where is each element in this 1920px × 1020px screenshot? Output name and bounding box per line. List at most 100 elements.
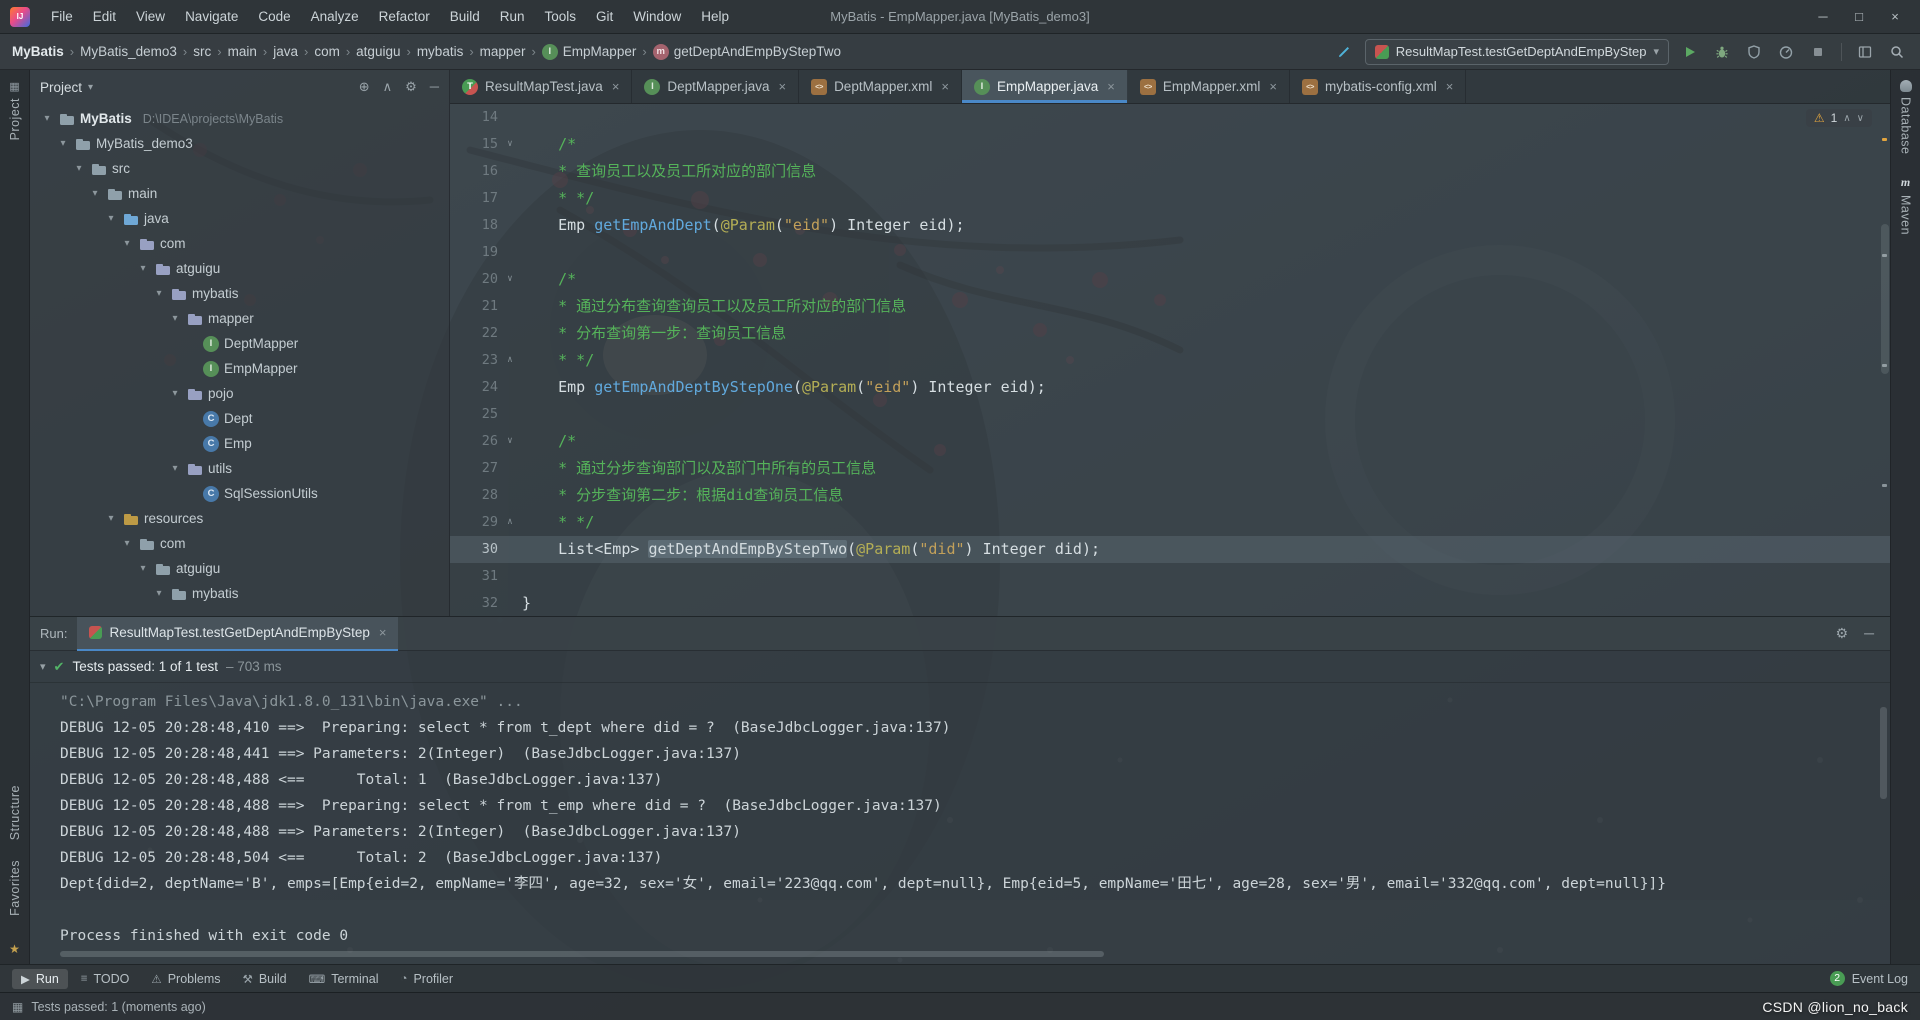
menu-help[interactable]: Help [692,7,738,26]
tree-item-utils[interactable]: ▾utils [30,456,449,481]
scrollbar-thumb[interactable] [1881,224,1889,374]
editor-line[interactable]: 30 List<Emp> getDeptAndEmpByStepTwo(@Par… [450,536,1890,563]
stripe-structure[interactable]: Structure [8,785,22,840]
scrollbar-thumb[interactable] [1880,707,1887,799]
chevron-down-icon[interactable]: ▾ [40,660,46,673]
collapse-all-icon[interactable]: ∧ [383,79,393,95]
tree-item-atguigu[interactable]: ▾atguigu [30,556,449,581]
chevron-icon[interactable]: ▾ [40,113,54,124]
editor-tab-deptmapper-xml[interactable]: <>DeptMapper.xml× [799,70,962,103]
menu-tools[interactable]: Tools [536,7,586,26]
editor-line[interactable]: 15∨ /* [450,131,1890,158]
menu-code[interactable]: Code [249,7,299,26]
debug-button[interactable] [1711,41,1733,63]
breadcrumb-item[interactable]: mybatis [417,44,464,59]
scrollbar-thumb[interactable] [60,951,1104,957]
toolwindow-todo[interactable]: ≡TODO [72,969,139,989]
breadcrumb-item[interactable]: src [193,44,211,59]
fold-icon[interactable]: ∧ [498,347,522,374]
maximize-button[interactable]: □ [1844,9,1874,24]
menu-navigate[interactable]: Navigate [176,7,247,26]
editor-line[interactable]: 20∨ /* [450,266,1890,293]
tree-item-deptmapper[interactable]: IDeptMapper [30,331,449,356]
editor-tab-empmapper-xml[interactable]: <>EmpMapper.xml× [1128,70,1290,103]
quick-fix-icon[interactable] [1333,41,1355,63]
menu-run[interactable]: Run [491,7,534,26]
tree-item-mybatis[interactable]: ▾MyBatisD:\IDEA\projects\MyBatis [30,106,449,131]
fold-icon[interactable]: ∧ [498,509,522,536]
tree-item-sqlsessionutils[interactable]: CSqlSessionUtils [30,481,449,506]
horizontal-scrollbar[interactable] [60,948,1860,960]
tree-item-src[interactable]: ▾src [30,156,449,181]
close-tab-icon[interactable]: × [1446,79,1454,94]
tree-item-main[interactable]: ▾main [30,181,449,206]
chevron-icon[interactable]: ▾ [168,313,182,324]
tree-item-atguigu[interactable]: ▾atguigu [30,256,449,281]
chevron-icon[interactable]: ▾ [152,288,166,299]
fold-icon[interactable]: ∨ [498,131,522,158]
status-message[interactable]: Tests passed: 1 (moments ago) [31,1000,205,1014]
run-button[interactable] [1679,41,1701,63]
close-tab-icon[interactable]: × [1107,79,1115,94]
stripe-maven[interactable]: m Maven [1899,175,1913,235]
breadcrumb-item[interactable]: MyBatis [12,44,64,59]
menu-git[interactable]: Git [587,7,622,26]
close-tab-icon[interactable]: × [1269,79,1277,94]
event-log-button[interactable]: 2 Event Log [1830,971,1908,986]
menu-analyze[interactable]: Analyze [302,7,368,26]
chevron-icon[interactable]: ▾ [152,588,166,599]
next-issue-icon[interactable]: ∨ [1857,113,1864,124]
breadcrumb-item[interactable]: MyBatis_demo3 [80,44,177,59]
chevron-icon[interactable]: ▾ [72,163,86,174]
run-tab[interactable]: ResultMapTest.testGetDeptAndEmpByStep × [77,617,398,651]
editor-line[interactable]: 27 * 通过分步查询部门以及部门中所有的员工信息 [450,455,1890,482]
stripe-project[interactable]: ▦ Project [8,80,22,140]
toolwindow-terminal[interactable]: ⌨Terminal [300,969,388,989]
editor-line[interactable]: 26∨ /* [450,428,1890,455]
run-config-selector[interactable]: ResultMapTest.testGetDeptAndEmpByStep ▾ [1365,39,1669,65]
editor-line[interactable]: 21 * 通过分布查询查询员工以及员工所对应的部门信息 [450,293,1890,320]
editor-line[interactable]: 31 [450,563,1890,590]
close-tab-icon[interactable]: × [941,79,949,94]
breadcrumb-item[interactable]: com [314,44,340,59]
chevron-icon[interactable]: ▾ [136,263,150,274]
menu-refactor[interactable]: Refactor [370,7,439,26]
editor-scrollbar[interactable] [1879,104,1890,616]
settings-icon[interactable]: ⚙ [405,79,417,95]
hide-panel-icon[interactable]: ─ [430,79,439,95]
chevron-icon[interactable]: ▾ [168,388,182,399]
chevron-icon[interactable]: ▾ [168,463,182,474]
tree-item-com[interactable]: ▾com [30,531,449,556]
toolwindow-switcher-icon[interactable]: ▦ [12,1000,23,1014]
breadcrumb-item[interactable]: mapper [480,44,526,59]
toolwindow-profiler[interactable]: ◔Profiler [391,969,462,989]
editor-line[interactable]: 32} [450,590,1890,616]
editor-line[interactable]: 19 [450,239,1890,266]
tree-item-mybatis_demo3[interactable]: ▾MyBatis_demo3 [30,131,449,156]
console-scrollbar[interactable] [1879,687,1888,942]
editor-tab-resultmaptest-java[interactable]: TResultMapTest.java× [450,70,632,103]
chevron-icon[interactable]: ▾ [136,563,150,574]
editor-line[interactable]: 28 * 分步查询第二步：根据did查询员工信息 [450,482,1890,509]
minimize-button[interactable]: ─ [1808,9,1838,24]
chevron-down-icon[interactable]: ▾ [88,82,93,93]
tree-item-mapper[interactable]: ▾mapper [30,306,449,331]
chevron-icon[interactable]: ▾ [104,513,118,524]
editor-line[interactable]: 16 * 查询员工以及员工所对应的部门信息 [450,158,1890,185]
chevron-icon[interactable]: ▾ [56,138,70,149]
menu-window[interactable]: Window [624,7,690,26]
chevron-icon[interactable]: ▾ [88,188,102,199]
editor-line[interactable]: 29∧ * */ [450,509,1890,536]
toolwindow-problems[interactable]: ⚠Problems [142,969,229,989]
toolwindow-run[interactable]: ▶Run [12,969,68,989]
locate-icon[interactable]: ⊕ [359,79,370,95]
console-output[interactable]: "C:\Program Files\Java\jdk1.8.0_131\bin\… [30,683,1890,948]
project-panel-title[interactable]: Project [40,80,82,95]
breadcrumb-item[interactable]: IEmpMapper [542,44,637,60]
editor-tab-deptmapper-java[interactable]: IDeptMapper.java× [632,70,799,103]
breadcrumb-item[interactable]: main [228,44,257,59]
menu-build[interactable]: Build [441,7,489,26]
editor-line[interactable]: 17 * */ [450,185,1890,212]
editor-line[interactable]: 25 [450,401,1890,428]
tree-item-mybatis[interactable]: ▾mybatis [30,581,449,606]
